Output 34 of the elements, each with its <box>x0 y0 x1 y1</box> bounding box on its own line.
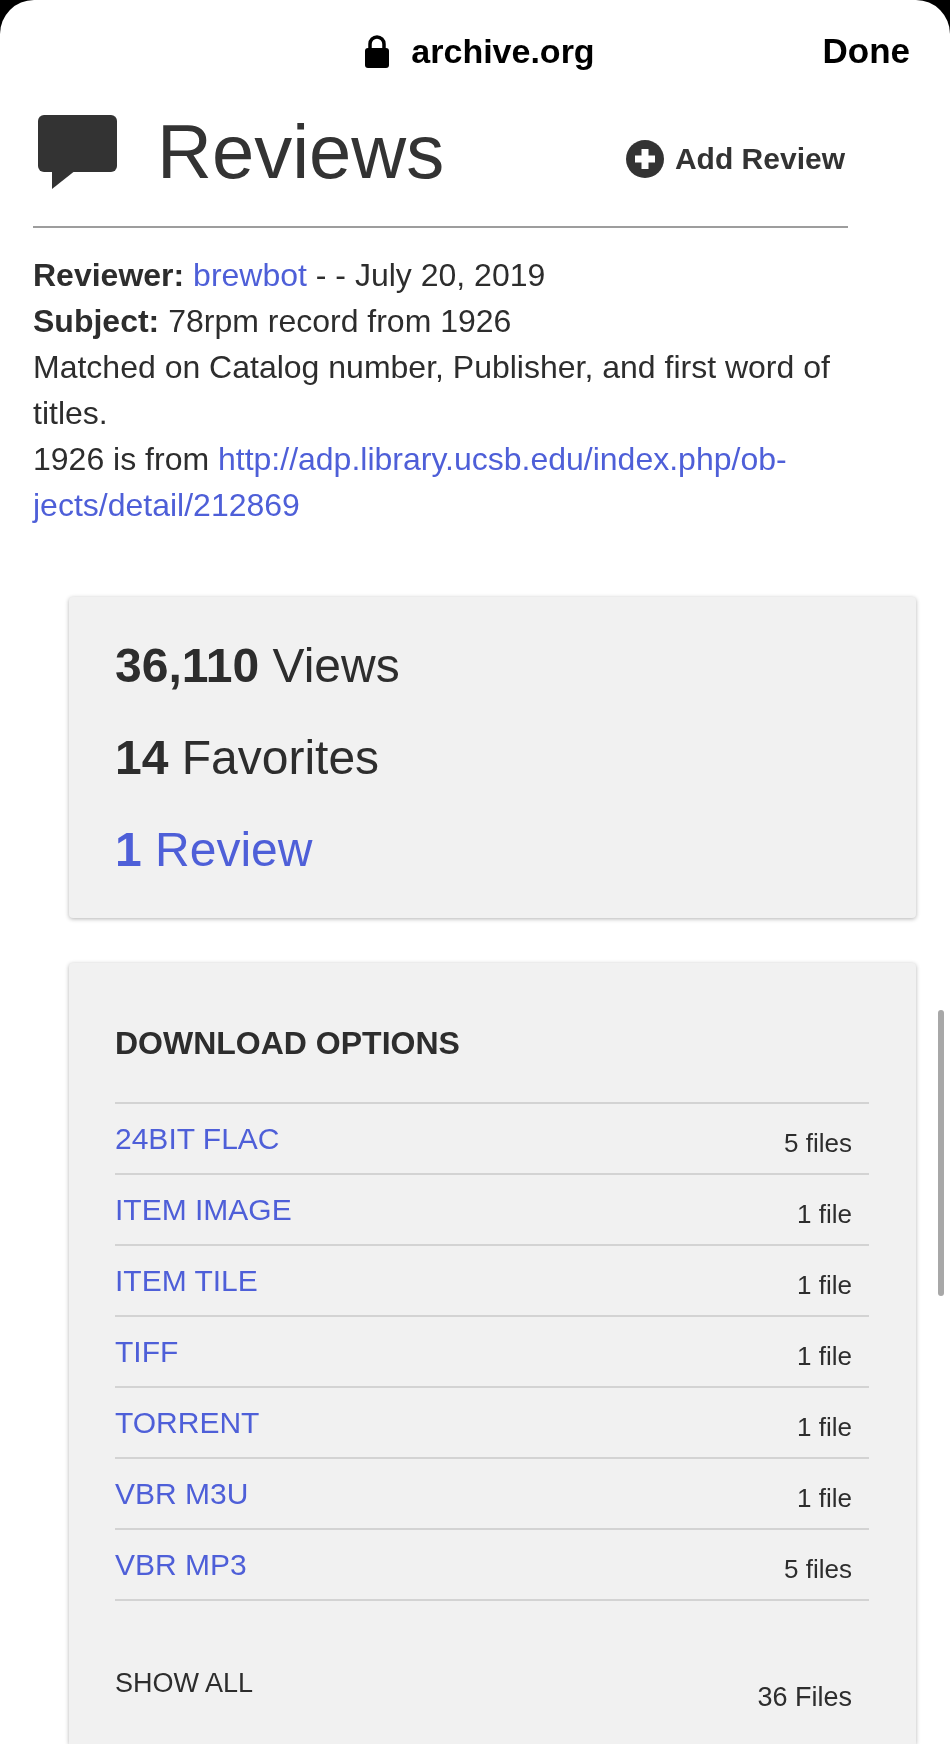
file-count: 1 file <box>797 1340 852 1372</box>
source-link[interactable]: jects/detail/212869 <box>33 487 300 523</box>
download-option-link[interactable]: TORRENT <box>115 1404 260 1441</box>
lock-icon <box>365 34 390 68</box>
show-all-link[interactable]: SHOW ALL <box>115 1667 254 1699</box>
source-text: 1926 is from http://adp.library.ucsb.edu/index.php/ob- jects/detail/212869 <box>33 440 788 525</box>
section-title: Reviews <box>157 112 446 192</box>
download-option-link[interactable]: ITEM IMAGE <box>115 1191 292 1228</box>
plus-circle-icon <box>625 140 664 178</box>
stat-text: 14 Favorites <box>115 730 380 786</box>
download-option-link[interactable]: TIFF <box>115 1333 179 1370</box>
file-count: 1 file <box>797 1269 852 1301</box>
domain-text: archive.org <box>411 31 595 71</box>
speech-bubble-icon <box>38 115 117 189</box>
download-option-link[interactable]: VBR M3U <box>115 1475 249 1512</box>
file-count: 5 files <box>784 1127 852 1159</box>
card-title: DOWNLOAD OPTIONS <box>115 1024 461 1063</box>
reviews-link[interactable]: 1 Review <box>115 822 313 878</box>
download-option-link[interactable]: 24BIT FLAC <box>115 1120 280 1157</box>
reviewer-line: Reviewer: brewbot - - July 20, 2019 <box>33 256 547 295</box>
add-review-button[interactable]: Add Review <box>625 140 845 178</box>
download-option-link[interactable]: VBR MP3 <box>115 1546 247 1583</box>
reviewer-link[interactable]: brewbot <box>193 257 307 293</box>
file-count: 5 files <box>784 1553 852 1585</box>
download-option-link[interactable]: ITEM TILE <box>115 1262 258 1299</box>
file-count: 1 file <box>797 1411 852 1443</box>
file-count: 1 file <box>797 1198 852 1230</box>
file-count: 1 file <box>797 1482 852 1514</box>
review-body: Matched on Catalog number, Publisher, and first word of titles. <box>33 348 831 433</box>
source-link[interactable]: http://adp.library.ucsb.edu/index.php/ob- <box>217 441 787 477</box>
file-count: 36 Files <box>757 1681 852 1713</box>
stat-text: 36,110 Views <box>115 638 400 694</box>
done-button[interactable]: Done <box>822 31 910 71</box>
subject-line: Subject: 78rpm record from 1926 <box>33 302 513 341</box>
